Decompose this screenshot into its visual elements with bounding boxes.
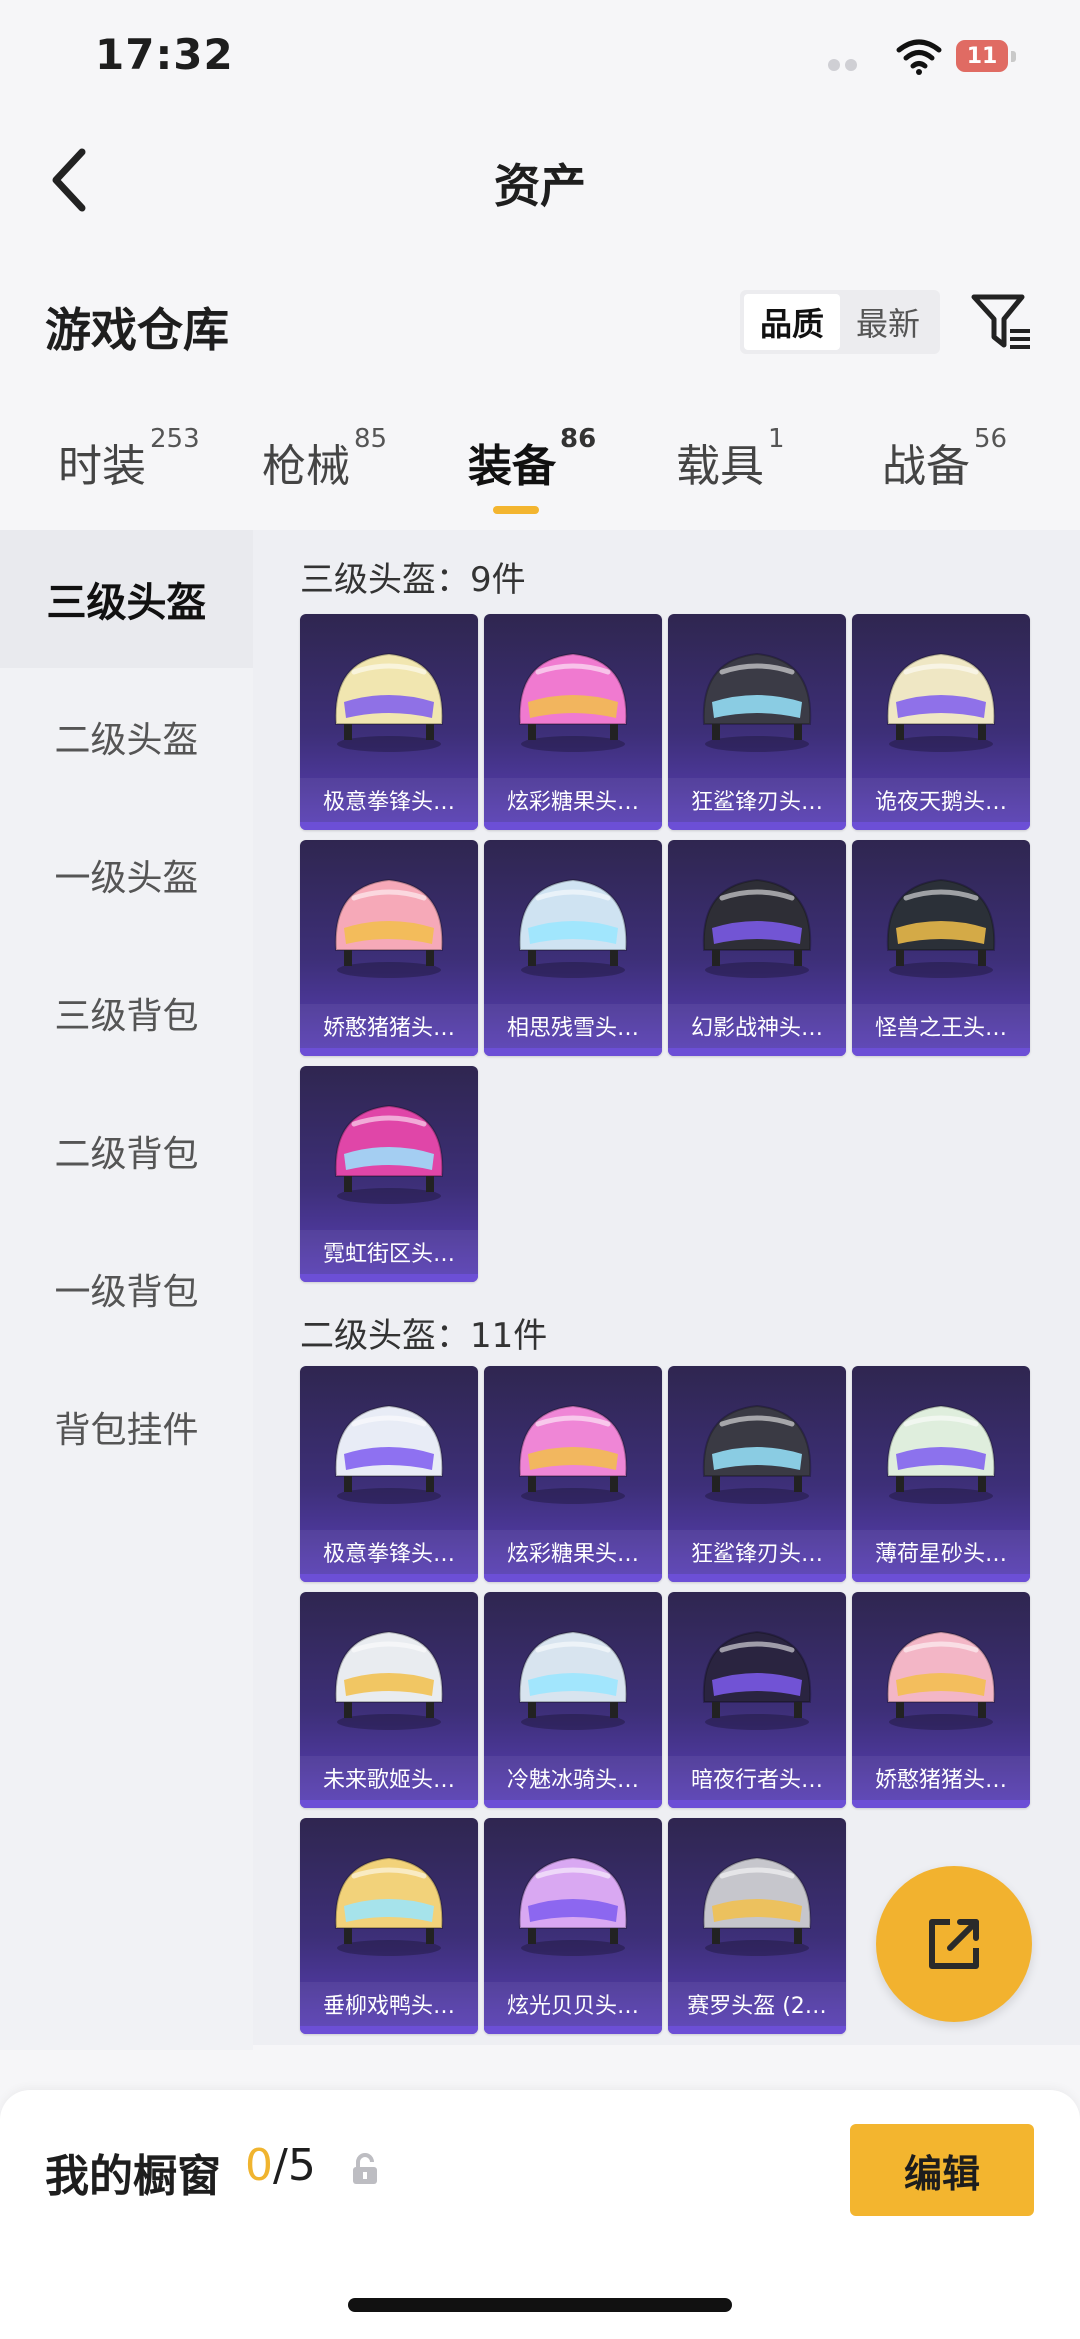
- item-name: 垂柳戏鸭头…: [300, 1982, 478, 2026]
- sort-toggle: 品质 最新: [740, 290, 940, 354]
- item-card[interactable]: 霓虹街区头…: [300, 1066, 478, 1282]
- sidebar-item-level2-backpack[interactable]: 二级背包: [0, 1082, 253, 1220]
- sidebar-item-level1-backpack[interactable]: 一级背包: [0, 1220, 253, 1358]
- helmet-image: [314, 632, 464, 762]
- item-card[interactable]: 炫彩糖果头…: [484, 1366, 662, 1582]
- sidebar-item-level2-helmet[interactable]: 二级头盔: [0, 668, 253, 806]
- filter-button[interactable]: [966, 290, 1036, 354]
- item-card[interactable]: 垂柳戏鸭头…: [300, 1818, 478, 2034]
- helmet-image: [314, 1836, 464, 1966]
- item-card[interactable]: 薄荷星砂头…: [852, 1366, 1030, 1582]
- helmet-image: [498, 632, 648, 762]
- helmet-image: [314, 1084, 464, 1214]
- item-name: 怪兽之王头…: [852, 1004, 1030, 1048]
- item-card[interactable]: 幻影战神头…: [668, 840, 846, 1056]
- page-title: 资产: [494, 159, 586, 213]
- helmet-image: [866, 632, 1016, 762]
- item-name: 极意拳锋头…: [300, 1530, 478, 1574]
- item-name: 幻影战神头…: [668, 1004, 846, 1048]
- sidebar: 三级头盔 二级头盔 一级头盔 三级背包 二级背包 一级背包 背包挂件: [0, 530, 253, 2050]
- helmet-image: [866, 1610, 1016, 1740]
- item-card[interactable]: 暗夜行者头…: [668, 1592, 846, 1808]
- item-card[interactable]: 狂鲨锋刃头…: [668, 614, 846, 830]
- item-name: 狂鲨锋刃头…: [668, 1530, 846, 1574]
- showcase-label: 我的橱窗: [45, 2151, 221, 2202]
- item-name: 炫光贝贝头…: [484, 1982, 662, 2026]
- helmet-image: [498, 1836, 648, 1966]
- item-name: 娇憨猪猪头…: [852, 1756, 1030, 1800]
- item-card[interactable]: 极意拳锋头…: [300, 1366, 478, 1582]
- item-name: 娇憨猪猪头…: [300, 1004, 478, 1048]
- item-card[interactable]: 炫彩糖果头…: [484, 614, 662, 830]
- cellular-signal-icon: [828, 56, 880, 72]
- helmet-image: [682, 858, 832, 988]
- helmet-image: [866, 1384, 1016, 1514]
- item-card[interactable]: 相思残雪头…: [484, 840, 662, 1056]
- sidebar-item-backpack-charm[interactable]: 背包挂件: [0, 1358, 253, 1496]
- sort-quality-button[interactable]: 品质: [744, 294, 840, 350]
- filter-icon: [971, 294, 1030, 349]
- item-card[interactable]: 炫光贝贝头…: [484, 1818, 662, 2034]
- lock-icon: [350, 2152, 380, 2186]
- item-name: 相思残雪头…: [484, 1004, 662, 1048]
- share-button[interactable]: [876, 1866, 1032, 2022]
- item-card[interactable]: 未来歌姬头…: [300, 1592, 478, 1808]
- category-tabs: 时装253 枪械85 装备86 载具1 战备56: [0, 424, 1080, 540]
- sidebar-item-level3-backpack[interactable]: 三级背包: [0, 944, 253, 1082]
- item-card[interactable]: 极意拳锋头…: [300, 614, 478, 830]
- battery-level: 11: [956, 40, 1008, 72]
- helmet-image: [682, 632, 832, 762]
- section-title-level2: 二级头盔：11件: [300, 1316, 548, 1356]
- home-indicator: [348, 2298, 732, 2312]
- helmet-image: [314, 1384, 464, 1514]
- helmet-image: [866, 858, 1016, 988]
- tab-fashion[interactable]: 时装253: [58, 424, 200, 494]
- item-name: 薄荷星砂头…: [852, 1530, 1030, 1574]
- helmet-image: [314, 858, 464, 988]
- item-name: 霓虹街区头…: [300, 1230, 478, 1274]
- helmet-image: [314, 1610, 464, 1740]
- item-name: 未来歌姬头…: [300, 1756, 478, 1800]
- tab-vehicles[interactable]: 载具1: [676, 424, 785, 494]
- battery-icon: 11: [956, 40, 1016, 74]
- active-tab-indicator: [493, 506, 539, 514]
- sidebar-item-level3-helmet[interactable]: 三级头盔: [0, 530, 253, 668]
- helmet-image: [498, 1384, 648, 1514]
- item-card[interactable]: 娇憨猪猪头…: [852, 1592, 1030, 1808]
- share-icon: [929, 1919, 979, 1969]
- item-name: 冷魅冰骑头…: [484, 1756, 662, 1800]
- helmet-image: [682, 1836, 832, 1966]
- sidebar-item-level1-helmet[interactable]: 一级头盔: [0, 806, 253, 944]
- item-card[interactable]: 冷魅冰骑头…: [484, 1592, 662, 1808]
- item-card[interactable]: 娇憨猪猪头…: [300, 840, 478, 1056]
- helmet-image: [682, 1610, 832, 1740]
- status-time: 17:32: [95, 30, 234, 79]
- wifi-icon: [895, 38, 943, 76]
- tab-supplies[interactable]: 战备56: [882, 424, 1007, 494]
- warehouse-title: 游戏仓库: [45, 303, 229, 357]
- item-name: 暗夜行者头…: [668, 1756, 846, 1800]
- helmet-image: [682, 1384, 832, 1514]
- section-title-level3: 三级头盔：9件: [300, 560, 526, 600]
- item-card[interactable]: 赛罗头盔 (2…: [668, 1818, 846, 2034]
- item-card[interactable]: 狂鲨锋刃头…: [668, 1366, 846, 1582]
- item-name: 赛罗头盔 (2…: [668, 1982, 846, 2026]
- item-name: 极意拳锋头…: [300, 778, 478, 822]
- tab-firearms[interactable]: 枪械85: [262, 424, 387, 494]
- item-name: 狂鲨锋刃头…: [668, 778, 846, 822]
- helmet-image: [498, 1610, 648, 1740]
- item-name: 炫彩糖果头…: [484, 778, 662, 822]
- item-card[interactable]: 怪兽之王头…: [852, 840, 1030, 1056]
- item-name: 诡夜天鹅头…: [852, 778, 1030, 822]
- item-card[interactable]: 诡夜天鹅头…: [852, 614, 1030, 830]
- sort-latest-button[interactable]: 最新: [840, 294, 936, 350]
- helmet-image: [498, 858, 648, 988]
- showcase-count: 0/5: [245, 2140, 316, 2191]
- tab-equipment[interactable]: 装备86: [468, 424, 596, 494]
- item-name: 炫彩糖果头…: [484, 1530, 662, 1574]
- edit-button[interactable]: 编辑: [850, 2124, 1034, 2216]
